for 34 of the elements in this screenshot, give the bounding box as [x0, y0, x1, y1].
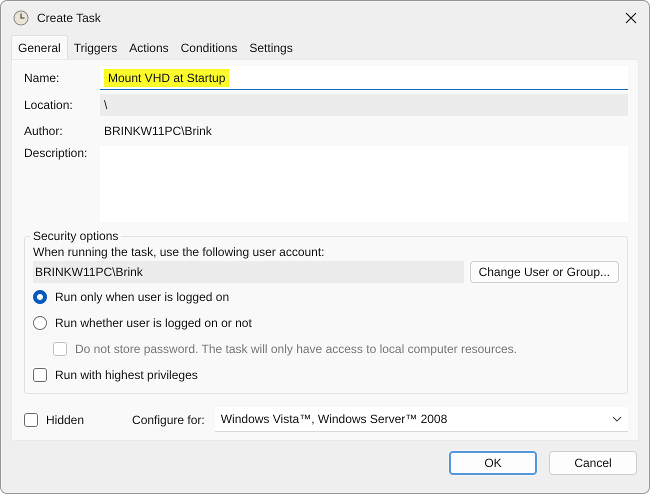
configure-dropdown[interactable]: Windows Vista™, Windows Server™ 2008 [214, 407, 628, 432]
tab[interactable]: Conditions [174, 38, 244, 59]
field-label: Name: [24, 71, 60, 85]
checkbox[interactable] [33, 368, 47, 382]
location-field[interactable]: \ [100, 94, 628, 116]
close-icon[interactable] [625, 12, 637, 24]
option-label[interactable]: Hidden [46, 412, 84, 426]
field-label: Configure for: [132, 412, 205, 426]
tab[interactable]: Actions [123, 38, 175, 59]
radio-button[interactable] [33, 316, 47, 330]
group-title: Security options [30, 229, 122, 243]
dialog-button[interactable]: Cancel [549, 451, 637, 475]
option-label[interactable]: Run whether user is logged on or not [55, 316, 252, 330]
tab[interactable]: Triggers [68, 38, 124, 59]
author-value[interactable]: BRINKW11PC\Brink [100, 120, 628, 142]
field-label: Location: [24, 98, 74, 112]
account-field: BRINKW11PC\Brink [33, 261, 464, 283]
radio-button[interactable] [33, 290, 47, 304]
tab[interactable]: General [11, 35, 68, 59]
name-field[interactable]: Mount VHD at Startup [100, 66, 628, 90]
change-user-button[interactable]: Change User or Group... [470, 261, 619, 283]
clock-icon [13, 10, 29, 26]
field-label: Author: [24, 124, 64, 138]
dialog-button[interactable]: OK [449, 451, 537, 475]
window-title: Create Task [37, 11, 102, 25]
option-label[interactable]: Run only when user is logged on [55, 290, 230, 304]
prompt-text: When running the task, use the following user account: [33, 245, 326, 259]
option-label[interactable]: Run with highest privileges [55, 368, 198, 382]
field-label: Description: [24, 146, 88, 160]
dropdown-value: Windows Vista™, Windows Server™ 2008 [220, 412, 448, 426]
tab[interactable]: Settings [243, 38, 299, 59]
checkbox[interactable] [24, 412, 38, 426]
chevron-icon [612, 416, 622, 422]
field-value: Mount VHD at Startup [104, 68, 230, 86]
